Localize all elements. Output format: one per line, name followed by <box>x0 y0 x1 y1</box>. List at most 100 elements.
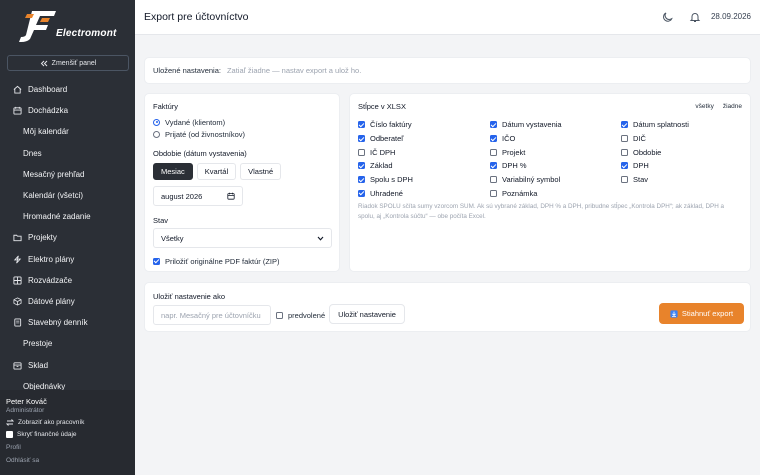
column-option[interactable]: Odberateľ <box>358 132 490 146</box>
column-checkbox[interactable] <box>358 121 365 129</box>
tab-vlastne[interactable]: Vlastné <box>240 163 282 180</box>
switch-worker-view-label: Zobraziť ako pracovník <box>18 419 85 426</box>
brand-name: Electromont <box>56 28 117 39</box>
column-checkbox[interactable] <box>621 121 628 129</box>
page-title: Export pre účtovníctvo <box>144 11 249 23</box>
sidebar-item-sklad[interactable]: Sklad <box>0 354 135 375</box>
sidebar-item-label: Projekty <box>28 233 57 243</box>
chevron-down-icon <box>317 236 324 241</box>
preset-name-input[interactable]: napr. Mesačný pre účtovníčku <box>153 305 271 325</box>
column-option[interactable]: Obdobie <box>621 145 741 159</box>
hide-finance-checkbox[interactable] <box>6 431 13 438</box>
radio-issued[interactable]: Vydané (klientom) <box>153 116 245 128</box>
month-picker[interactable]: august 2026 <box>153 186 243 206</box>
status-select[interactable]: Všetky <box>153 228 332 248</box>
bell-icon[interactable] <box>689 11 701 23</box>
column-checkbox[interactable] <box>490 135 497 143</box>
month-picker-value: august 2026 <box>161 191 203 201</box>
column-checkbox[interactable] <box>490 148 497 156</box>
moon-icon[interactable] <box>662 11 674 23</box>
sidebar-item-dnes[interactable]: Dnes <box>0 143 135 164</box>
column-option[interactable]: DPH % <box>490 159 621 173</box>
sidebar-item-stavebny-dennik[interactable]: Stavebný denník <box>0 312 135 333</box>
hide-finance-toggle[interactable]: Skryť finančné údaje <box>6 431 129 438</box>
attach-pdf-option[interactable]: Priložiť originálne PDF faktúr (ZIP) <box>153 255 280 267</box>
column-checkbox[interactable] <box>358 148 365 156</box>
logout-link[interactable]: Odhlásiť sa <box>6 457 129 464</box>
column-checkbox[interactable] <box>490 189 497 197</box>
sidebar-item-elektro-plany[interactable]: Elektro plány <box>0 249 135 270</box>
sidebar-item-label: Hromadné zadanie <box>23 212 91 222</box>
column-option[interactable]: DIČ <box>621 132 741 146</box>
sidebar-item-moj-kalendar[interactable]: Môj kalendár <box>0 121 135 142</box>
column-checkbox[interactable] <box>621 162 628 170</box>
column-label: DPH % <box>502 161 527 171</box>
sidebar-item-kalendar-vsetci[interactable]: Kalendár (všetci) <box>0 185 135 206</box>
column-checkbox[interactable] <box>358 162 365 170</box>
column-option[interactable]: IČO <box>490 132 621 146</box>
column-checkbox[interactable] <box>490 121 497 129</box>
column-option[interactable]: DPH <box>621 159 741 173</box>
tab-mesiac[interactable]: Mesiac <box>153 163 193 180</box>
sidebar-item-label: Elektro plány <box>28 254 75 264</box>
sidebar-item-mesacny-prehlad[interactable]: Mesačný prehľad <box>0 164 135 185</box>
column-checkbox[interactable] <box>358 176 365 184</box>
column-checkbox[interactable] <box>621 135 628 143</box>
sidebar-item-datove-plany[interactable]: Dátové plány <box>0 291 135 312</box>
brand-logo[interactable]: Electromont <box>18 9 130 43</box>
radio-issued-control[interactable] <box>153 118 160 126</box>
profile-link[interactable]: Profil <box>6 444 129 451</box>
column-option[interactable]: Uhradené <box>358 186 490 200</box>
status-select-value: Všetky <box>161 233 184 243</box>
sidebar-item-label: Dashboard <box>28 85 68 95</box>
save-settings-button[interactable]: Uložiť nastavenie <box>329 304 405 324</box>
column-checkbox[interactable] <box>621 148 628 156</box>
column-option[interactable]: Poznámka <box>490 186 621 200</box>
column-option[interactable]: Spolu s DPH <box>358 173 490 187</box>
default-checkbox[interactable] <box>276 311 283 319</box>
sidebar-item-hromadne-zadanie[interactable]: Hromadné zadanie <box>0 206 135 227</box>
column-checkbox[interactable] <box>358 135 365 143</box>
column-label: DIČ <box>633 134 646 144</box>
user-panel: Peter Kováč Administrátor Zobraziť ako p… <box>0 390 135 475</box>
cube-icon <box>13 297 22 306</box>
sidebar-item-rozvadzace[interactable]: Rozvádzače <box>0 270 135 291</box>
column-option[interactable]: Stav <box>621 173 741 187</box>
column-option[interactable]: Dátum vystavenia <box>490 118 621 132</box>
sidebar-item-dashboard[interactable]: Dashboard <box>0 79 135 100</box>
select-all-link[interactable]: všetky <box>695 103 713 110</box>
column-label: Variabilný symbol <box>502 175 561 185</box>
column-label: IČO <box>502 134 516 144</box>
column-option[interactable]: Dátum splatnosti <box>621 118 741 132</box>
column-option[interactable]: Variabilný symbol <box>490 173 621 187</box>
tab-kvartal[interactable]: Kvartál <box>196 163 237 180</box>
columns-grid: Číslo faktúry Dátum vystavenia Dátum splat… <box>358 118 741 200</box>
sidebar-item-prestoje[interactable]: Prestoje <box>0 333 135 354</box>
columns-note: Riadok SPOLU sčíta sumy vzorcom SUM. Ak … <box>358 202 746 221</box>
attach-pdf-checkbox[interactable] <box>153 257 160 265</box>
column-checkbox[interactable] <box>490 176 497 184</box>
radio-received[interactable]: Prijaté (od živnostníkov) <box>153 128 245 140</box>
user-role: Administrátor <box>6 407 45 414</box>
column-checkbox[interactable] <box>490 162 497 170</box>
column-option[interactable]: Základ <box>358 159 490 173</box>
select-none-link[interactable]: žiadne <box>723 103 742 110</box>
column-checkbox[interactable] <box>621 176 628 184</box>
switch-worker-view-link[interactable]: Zobraziť ako pracovník <box>6 419 129 426</box>
download-export-button[interactable]: Stiahnuť export <box>659 303 744 324</box>
radio-issued-label: Vydané (klientom) <box>165 117 226 127</box>
sidebar-item-projekty[interactable]: Projekty <box>0 227 135 248</box>
column-option[interactable]: Číslo faktúry <box>358 118 490 132</box>
column-checkbox[interactable] <box>358 189 365 197</box>
sidebar-item-dochadzka[interactable]: Dochádzka <box>0 100 135 121</box>
column-option[interactable]: IČ DPH <box>358 145 490 159</box>
column-label: Dátum splatnosti <box>633 120 689 130</box>
save-settings-card: Uložiť nastavenie ako napr. Mesačný pre … <box>144 282 751 332</box>
radio-received-control[interactable] <box>153 130 160 138</box>
column-option[interactable]: Projekt <box>490 145 621 159</box>
default-option[interactable]: predvolené <box>276 309 325 321</box>
sidebar-item-label: Mesačný prehľad <box>23 169 85 179</box>
collapse-sidebar-button[interactable]: Zmenšiť panel <box>7 55 129 71</box>
save-settings-title: Uložiť nastavenie ako <box>153 292 226 301</box>
sidebar-item-label: Rozvádzače <box>28 275 73 285</box>
